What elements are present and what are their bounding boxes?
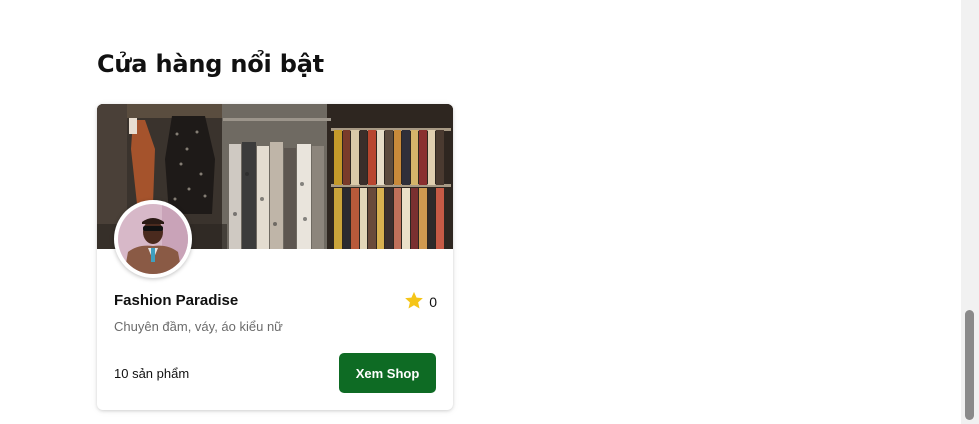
store-name[interactable]: Fashion Paradise [114, 292, 238, 309]
view-shop-button[interactable]: Xem Shop [339, 353, 436, 393]
scrollbar-track[interactable] [961, 0, 979, 424]
product-count: 10 sản phẩm [114, 366, 190, 381]
star-icon [404, 291, 424, 313]
store-card[interactable]: Fashion Paradise 0 Chuyên đầm, váy, áo k… [97, 104, 453, 410]
section-title: Cửa hàng nổi bật [97, 50, 324, 78]
rating-value: 0 [429, 294, 437, 310]
scrollbar-thumb[interactable] [965, 310, 974, 420]
store-avatar [114, 200, 192, 278]
store-description: Chuyên đầm, váy, áo kiểu nữ [114, 319, 283, 334]
store-rating: 0 [404, 291, 437, 313]
